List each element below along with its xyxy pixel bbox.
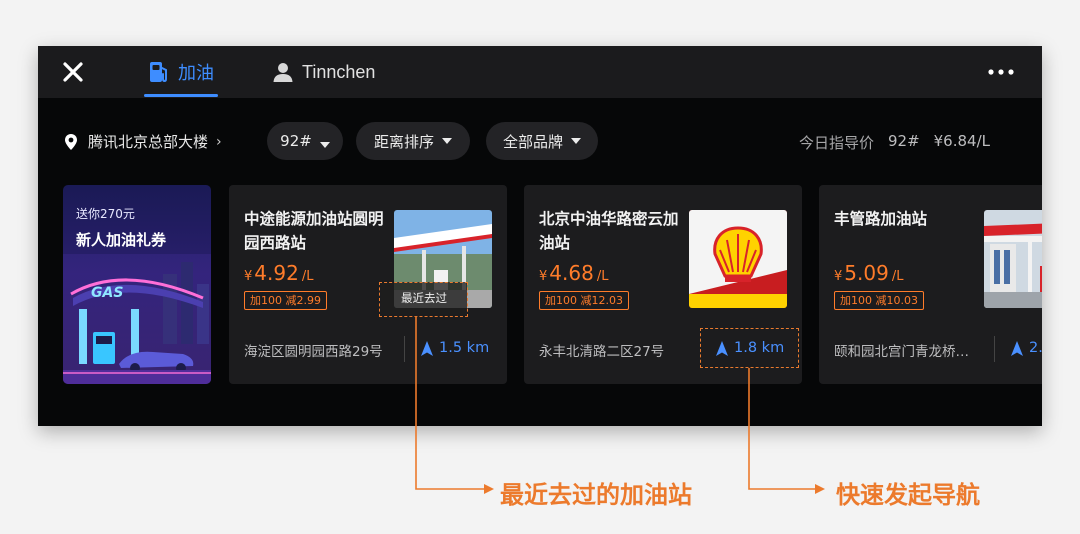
annotation-recent-station: 最近去过的加油站 [500, 481, 692, 509]
annotation-quick-navigation: 快速发起导航 [836, 481, 980, 509]
annotation-connectors [415, 317, 825, 494]
